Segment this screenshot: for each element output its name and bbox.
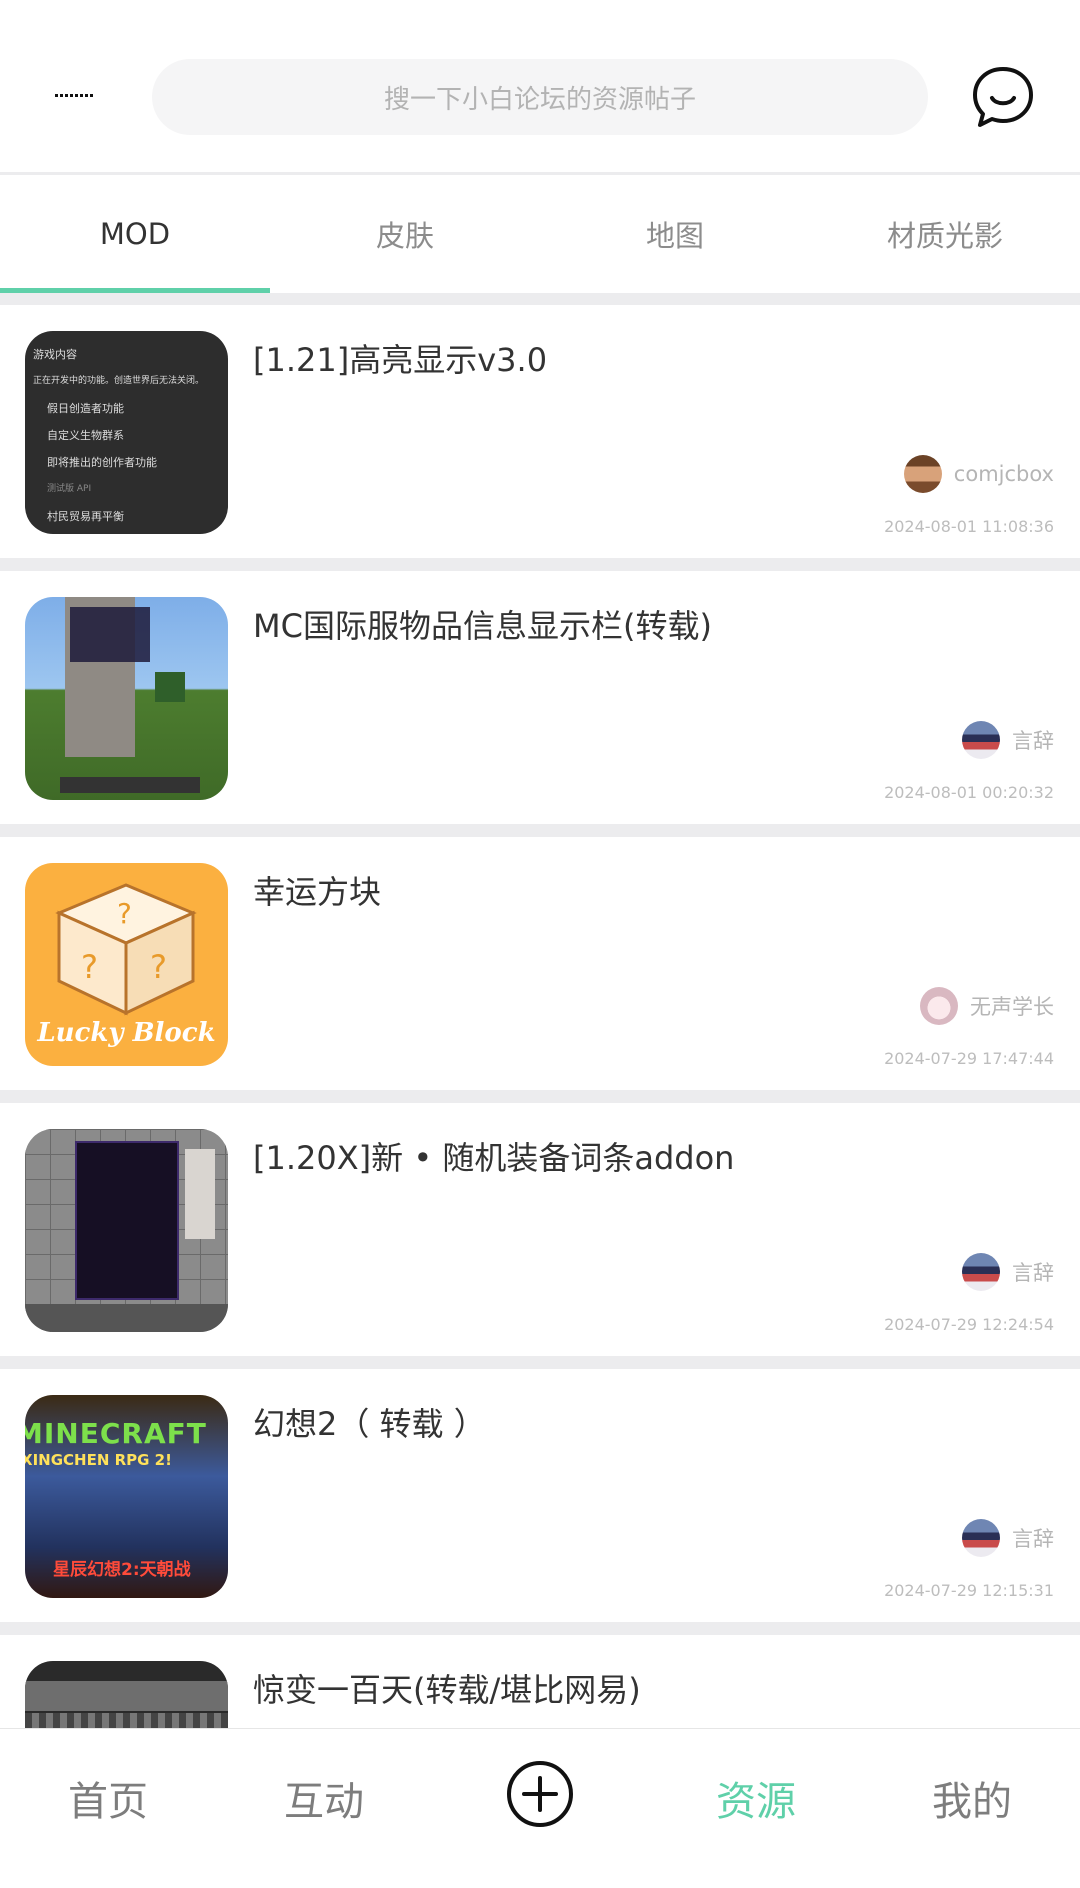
thumbnail-text: 自定义生物群系 — [47, 429, 124, 442]
thumbnail-text: 正在开发中的功能。创造世界后无法关闭。 — [33, 376, 205, 386]
post-title: [1.20X]新 • 随机装备词条addon — [253, 1139, 735, 1177]
thumbnail-text: MINECRAFT — [25, 1417, 207, 1450]
svg-text:?: ? — [81, 948, 98, 986]
author-avatar — [903, 455, 942, 493]
thumbnail-text: 村民贸易再平衡 — [47, 510, 124, 523]
post-thumbnail: MINECRAFT XINGCHEN RPG 2! 星辰幻想2:天朝战 — [25, 1395, 228, 1598]
tab-skin[interactable]: 皮肤 — [270, 175, 540, 293]
post-title: 惊变一百天(转载/堪比网易) — [253, 1671, 641, 1709]
post-date: 2024-07-29 17:47:44 — [884, 1049, 1054, 1068]
author-avatar — [920, 987, 958, 1025]
post-date: 2024-07-29 12:15:31 — [884, 1581, 1054, 1600]
post-date: 2024-08-01 00:20:32 — [884, 783, 1054, 802]
author-name: 言辞 — [1012, 729, 1054, 753]
nav-label: 首页 — [68, 1778, 148, 1825]
search-input[interactable]: 搜一下小白论坛的资源帖子 — [152, 59, 928, 135]
post-card[interactable]: MC国际服物品信息显示栏(转载) 言辞 2024-08-01 00:20:32 — [0, 571, 1080, 824]
thumbnail-text: Lucky Block — [37, 1018, 216, 1048]
post-author[interactable]: comjcbox — [903, 455, 1054, 493]
bottom-nav: 首页 互动 资源 我的 — [0, 1728, 1080, 1866]
thumbnail-text: XINGCHEN RPG 2! — [25, 1451, 172, 1469]
author-name: comjcbox — [953, 462, 1054, 486]
tab-texture-shader[interactable]: 材质光影 — [810, 175, 1080, 293]
thumbnail-text: 游戏内容 — [33, 348, 77, 361]
post-thumbnail — [25, 1129, 228, 1332]
post-author[interactable]: 言辞 — [962, 1253, 1054, 1291]
nav-interact[interactable]: 互动 — [216, 1729, 432, 1866]
svg-text:?: ? — [117, 897, 132, 930]
svg-text:?: ? — [150, 948, 167, 986]
search-placeholder: 搜一下小白论坛的资源帖子 — [383, 84, 696, 115]
tab-label: 材质光影 — [886, 219, 1003, 253]
thumbnail-text: 星辰幻想2:天朝战 — [53, 1560, 191, 1580]
top-bar: 搜一下小白论坛的资源帖子 — [0, 0, 1080, 172]
thumbnail-text: 假日创造者功能 — [47, 402, 124, 415]
post-card[interactable]: ? ? ? Lucky Block 幸运方块 无声学长 2024-07-29 1… — [0, 837, 1080, 1090]
post-author[interactable]: 无声学长 — [920, 987, 1054, 1025]
nav-label: 资源 — [716, 1778, 796, 1825]
nav-resources[interactable]: 资源 — [648, 1729, 864, 1866]
post-title: [1.21]高亮显示v3.0 — [253, 341, 548, 379]
post-title: MC国际服物品信息显示栏(转载) — [253, 607, 712, 645]
tab-map[interactable]: 地图 — [540, 175, 810, 293]
active-tab-indicator — [0, 288, 270, 293]
tab-mod[interactable]: MOD — [0, 175, 270, 293]
post-card[interactable]: [1.20X]新 • 随机装备词条addon 言辞 2024-07-29 12:… — [0, 1103, 1080, 1356]
category-tabs: MOD 皮肤 地图 材质光影 — [0, 175, 1080, 293]
author-name: 言辞 — [1012, 1261, 1054, 1285]
post-author[interactable]: 言辞 — [962, 1519, 1054, 1557]
nav-home[interactable]: 首页 — [0, 1729, 216, 1866]
menu-icon[interactable] — [55, 92, 97, 100]
post-title: 幸运方块 — [253, 873, 382, 911]
tab-label: MOD — [99, 217, 171, 251]
author-avatar — [962, 1519, 1000, 1557]
post-title: 幻想2（ 转载 ） — [253, 1405, 486, 1443]
nav-label: 我的 — [932, 1778, 1012, 1825]
author-name: 言辞 — [1012, 1527, 1054, 1551]
post-date: 2024-07-29 12:24:54 — [884, 1315, 1054, 1334]
post-author[interactable]: 言辞 — [962, 721, 1054, 759]
thumbnail-text: 即将推出的创作者功能 — [47, 456, 157, 469]
post-card[interactable]: MINECRAFT XINGCHEN RPG 2! 星辰幻想2:天朝战 幻想2（… — [0, 1369, 1080, 1622]
add-post-icon[interactable] — [505, 1759, 575, 1829]
author-avatar — [962, 721, 1000, 759]
tab-label: 皮肤 — [375, 219, 434, 253]
author-avatar — [962, 1253, 1000, 1291]
nav-label: 互动 — [284, 1778, 364, 1825]
post-thumbnail — [25, 597, 228, 800]
tab-label: 地图 — [645, 219, 704, 253]
thumbnail-text: 测试版 API — [47, 484, 92, 494]
post-thumbnail: ? ? ? Lucky Block — [25, 863, 228, 1066]
post-date: 2024-08-01 11:08:36 — [884, 517, 1054, 536]
post-thumbnail: 游戏内容 正在开发中的功能。创造世界后无法关闭。 假日创造者功能 自定义生物群系… — [25, 331, 228, 534]
nav-profile[interactable]: 我的 — [864, 1729, 1080, 1866]
post-card[interactable]: 游戏内容 正在开发中的功能。创造世界后无法关闭。 假日创造者功能 自定义生物群系… — [0, 305, 1080, 558]
author-name: 无声学长 — [970, 995, 1054, 1019]
chat-icon[interactable] — [970, 64, 1036, 130]
